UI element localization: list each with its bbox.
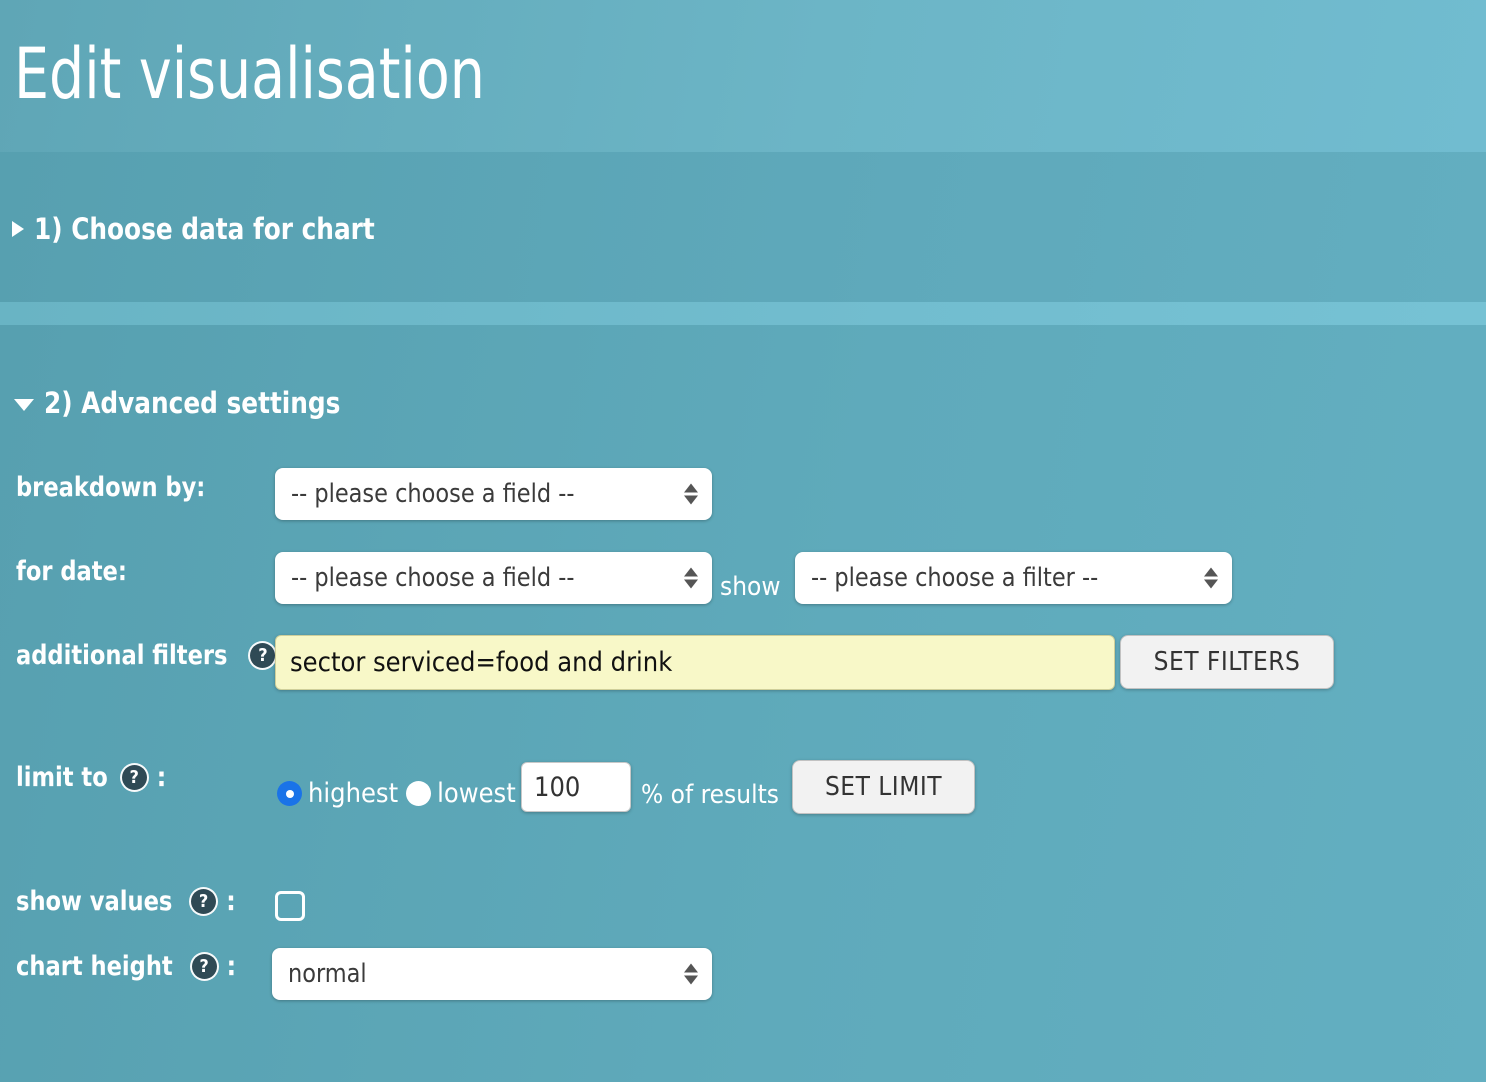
arrow-down-icon [1204,580,1218,589]
label-breakdown-by: breakdown by: [16,472,220,503]
label-show-values-text: show values [16,886,172,917]
label-additional-filters: additional filters ? : [16,640,295,671]
radio-option-highest[interactable]: highest [277,778,398,809]
section-title-advanced-settings: 2) Advanced settings [44,386,340,420]
select-chart-height[interactable]: normal [272,948,712,1000]
help-icon[interactable]: ? [250,643,275,668]
radio-option-lowest[interactable]: lowest [406,778,516,809]
section-header-choose-data[interactable]: 1) Choose data for chart [12,212,393,246]
chevron-down-icon [14,399,34,411]
limit-amount-value: 100 [534,772,580,803]
arrow-down-icon [684,496,698,505]
select-breakdown-by-value: -- please choose a field -- [291,479,574,509]
label-show-values: show values ? : [16,886,236,917]
stepper-arrows-icon[interactable] [684,484,698,505]
stepper-arrows-icon[interactable] [684,964,698,985]
chevron-right-icon [12,221,24,237]
select-chart-height-value: normal [288,959,367,989]
limit-direction-radio-group[interactable]: highest lowest [277,778,524,809]
label-chart-height: chart height ? : [16,951,236,982]
arrow-down-icon [684,976,698,985]
select-for-date-filter-value: -- please choose a filter -- [811,563,1098,593]
radio-lowest-input[interactable] [406,781,431,806]
limit-amount-input[interactable]: 100 [521,762,631,812]
set-filters-button[interactable]: SET FILTERS [1120,635,1334,689]
label-limit-to-text: limit to [16,762,108,793]
label-limit-to: limit to ? : [16,762,166,793]
page-title: Edit visualisation [14,34,485,114]
set-limit-button[interactable]: SET LIMIT [792,760,975,814]
label-chart-height-colon: : [227,951,237,982]
set-filters-button-label: SET FILTERS [1154,647,1301,677]
stepper-arrows-icon[interactable] [1204,568,1218,589]
label-breakdown-by-text: breakdown by: [16,472,205,503]
arrow-down-icon [684,580,698,589]
section-title-choose-data: 1) Choose data for chart [34,212,375,246]
help-icon[interactable]: ? [191,889,216,914]
page-background: Edit visualisation 1) Choose data for ch… [0,0,1486,1082]
radio-highest-label: highest [308,778,398,809]
show-values-checkbox[interactable] [275,891,305,921]
set-limit-button-label: SET LIMIT [825,772,942,802]
label-for-date: for date: [16,556,135,587]
page-header: Edit visualisation [0,0,1486,152]
label-for-date-text: for date: [16,556,127,587]
radio-highest-input[interactable] [277,781,302,806]
help-icon[interactable]: ? [192,954,217,979]
additional-filters-value: sector serviced=food and drink [290,647,672,678]
radio-lowest-label: lowest [437,778,516,809]
label-show: show [720,572,780,602]
label-limit-to-colon: : [157,762,167,793]
select-breakdown-by[interactable]: -- please choose a field -- [275,468,712,520]
section-divider [0,302,1486,325]
limit-unit-label: % of results [641,780,779,810]
select-for-date-filter[interactable]: -- please choose a filter -- [795,552,1232,604]
arrow-up-icon [684,568,698,577]
section-header-advanced-settings[interactable]: 2) Advanced settings [14,386,356,420]
select-for-date-field-value: -- please choose a field -- [291,563,574,593]
arrow-up-icon [684,964,698,973]
label-additional-filters-text: additional filters [16,640,228,671]
label-show-values-colon: : [226,886,236,917]
arrow-up-icon [684,484,698,493]
additional-filters-input[interactable]: sector serviced=food and drink [275,635,1115,690]
select-for-date-field[interactable]: -- please choose a field -- [275,552,712,604]
help-icon[interactable]: ? [122,765,147,790]
label-chart-height-text: chart height [16,951,173,982]
arrow-up-icon [1204,568,1218,577]
stepper-arrows-icon[interactable] [684,568,698,589]
